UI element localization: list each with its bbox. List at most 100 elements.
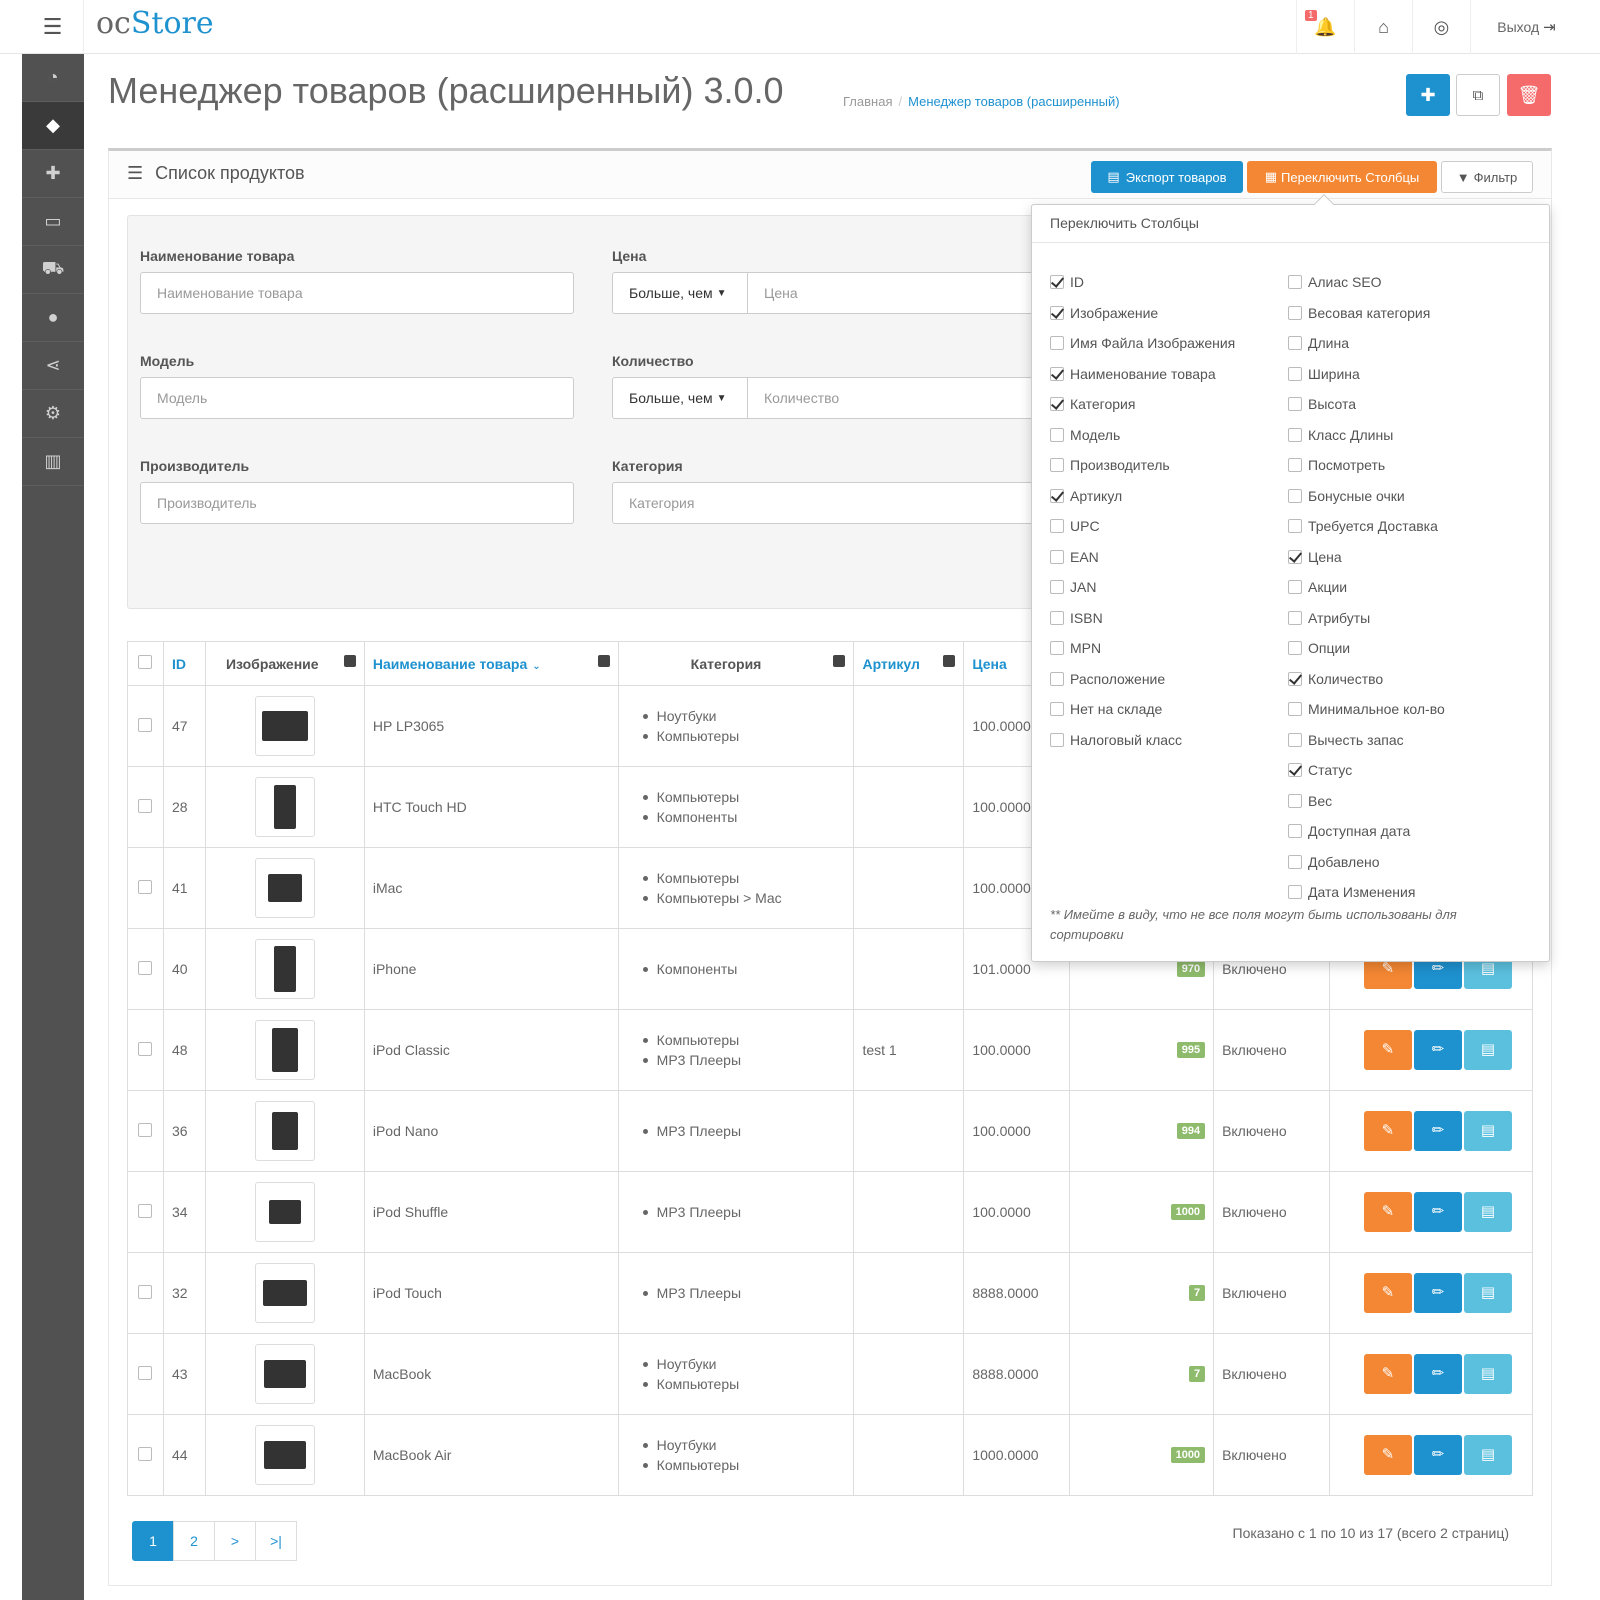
sidebar-item-sales[interactable]: ⛟: [22, 246, 84, 294]
menu-toggle-button[interactable]: ☰: [22, 0, 84, 54]
column-option[interactable]: Количество: [1288, 664, 1445, 695]
column-option[interactable]: Артикул: [1050, 481, 1235, 512]
column-checkbox[interactable]: [1050, 610, 1064, 625]
page-link[interactable]: >|: [255, 1521, 297, 1561]
column-checkbox[interactable]: [1050, 458, 1064, 473]
column-checkbox[interactable]: [1288, 854, 1302, 869]
column-checkbox[interactable]: [1288, 732, 1302, 747]
column-checkbox[interactable]: [1288, 793, 1302, 808]
column-checkbox[interactable]: [1050, 641, 1064, 656]
quick-edit-button[interactable]: ✎: [1363, 1192, 1412, 1232]
column-checkbox[interactable]: [1288, 580, 1302, 595]
column-option[interactable]: Налоговый класс: [1050, 725, 1235, 756]
product-thumbnail[interactable]: [254, 696, 315, 756]
model-input[interactable]: Модель: [140, 377, 574, 419]
row-checkbox[interactable]: [138, 1365, 153, 1380]
column-checkbox[interactable]: [1288, 488, 1302, 503]
name-input[interactable]: Наименование товара: [140, 272, 574, 314]
sidebar-item-dashboard[interactable]: ◔: [22, 54, 84, 102]
logout-button[interactable]: Выход ⇥: [1470, 0, 1582, 54]
column-checkbox[interactable]: [1288, 519, 1302, 534]
details-button[interactable]: ▤: [1463, 1030, 1512, 1070]
column-checkbox[interactable]: [1050, 427, 1064, 442]
edit-button[interactable]: ✏: [1413, 1354, 1462, 1394]
column-option[interactable]: EAN: [1050, 542, 1235, 573]
edit-button[interactable]: ✏: [1413, 1111, 1462, 1151]
edit-button[interactable]: ✏: [1413, 1435, 1462, 1475]
row-checkbox[interactable]: [138, 1203, 153, 1218]
quick-edit-button[interactable]: ✎: [1363, 1354, 1412, 1394]
column-checkbox[interactable]: [1288, 885, 1302, 900]
quantity-operator-select[interactable]: Больше, чем ▼: [612, 377, 748, 419]
quick-edit-button[interactable]: ✎: [1363, 1273, 1412, 1313]
column-option[interactable]: Акции: [1288, 572, 1445, 603]
column-option[interactable]: Длина: [1288, 328, 1445, 359]
column-checkbox[interactable]: [1050, 732, 1064, 747]
column-checkbox[interactable]: [1050, 519, 1064, 534]
column-option[interactable]: Требуется Доставка: [1288, 511, 1445, 542]
quick-edit-button[interactable]: ✎: [1363, 1435, 1412, 1475]
column-option[interactable]: Наименование товара: [1050, 359, 1235, 390]
column-option[interactable]: UPC: [1050, 511, 1235, 542]
column-checkbox[interactable]: [1050, 336, 1064, 351]
column-checkbox[interactable]: [1050, 488, 1064, 503]
column-checkbox[interactable]: [1288, 275, 1302, 290]
product-thumbnail[interactable]: [254, 1263, 315, 1323]
details-button[interactable]: ▤: [1463, 1354, 1512, 1394]
column-option[interactable]: Производитель: [1050, 450, 1235, 481]
column-option[interactable]: Имя Файла Изображения: [1050, 328, 1235, 359]
manufacturer-input[interactable]: Производитель: [140, 482, 574, 524]
column-option[interactable]: Весовая категория: [1288, 298, 1445, 329]
product-thumbnail[interactable]: [254, 1182, 315, 1242]
home-button[interactable]: ⌂: [1354, 0, 1412, 54]
quick-edit-button[interactable]: ✎: [1363, 1111, 1412, 1151]
row-checkbox[interactable]: [138, 717, 153, 732]
row-checkbox[interactable]: [138, 1041, 153, 1056]
select-all-checkbox[interactable]: [138, 655, 153, 669]
product-thumbnail[interactable]: [254, 1101, 315, 1161]
sidebar-item-reports[interactable]: ▥: [22, 438, 84, 486]
toggle-columns-button[interactable]: ▦ Переключить Столбцы: [1247, 161, 1437, 193]
delete-button[interactable]: 🗑: [1507, 74, 1551, 116]
column-checkbox[interactable]: [1288, 824, 1302, 839]
column-checkbox[interactable]: [1050, 275, 1064, 290]
column-option[interactable]: Нет на складе: [1050, 694, 1235, 725]
column-option[interactable]: ID: [1050, 267, 1235, 298]
quantity-input[interactable]: Количество: [747, 377, 1047, 419]
column-option[interactable]: Вес: [1288, 786, 1445, 817]
column-option[interactable]: Категория: [1050, 389, 1235, 420]
column-option[interactable]: MPN: [1050, 633, 1235, 664]
column-option[interactable]: Дата Изменения: [1288, 877, 1445, 908]
column-option[interactable]: Класс Длины: [1288, 420, 1445, 451]
column-checkbox[interactable]: [1288, 549, 1302, 564]
product-thumbnail[interactable]: [254, 858, 315, 918]
column-option[interactable]: Опции: [1288, 633, 1445, 664]
filter-button[interactable]: ▼ Фильтр: [1441, 161, 1533, 193]
product-thumbnail[interactable]: [254, 1344, 315, 1404]
sidebar-item-customers[interactable]: ●: [22, 294, 84, 342]
column-option[interactable]: Посмотреть: [1288, 450, 1445, 481]
column-option[interactable]: Цена: [1288, 542, 1445, 573]
column-checkbox[interactable]: [1288, 610, 1302, 625]
sidebar-item-marketing[interactable]: ⋖: [22, 342, 84, 390]
price-input[interactable]: Цена: [747, 272, 1047, 314]
page-link[interactable]: >: [214, 1521, 256, 1561]
product-thumbnail[interactable]: [254, 777, 315, 837]
column-option[interactable]: JAN: [1050, 572, 1235, 603]
page-link[interactable]: 2: [173, 1521, 215, 1561]
column-option[interactable]: Изображение: [1050, 298, 1235, 329]
column-header-id[interactable]: ID: [162, 641, 206, 686]
page-link[interactable]: 1: [132, 1521, 174, 1561]
column-checkbox[interactable]: [1288, 366, 1302, 381]
quick-edit-button[interactable]: ✎: [1363, 1030, 1412, 1070]
help-button[interactable]: ◎: [1412, 0, 1470, 54]
product-thumbnail[interactable]: [254, 1425, 315, 1485]
sidebar-item-catalog[interactable]: ◆: [22, 102, 84, 150]
column-option[interactable]: Высота: [1288, 389, 1445, 420]
copy-button[interactable]: ⧉: [1456, 74, 1500, 116]
details-button[interactable]: ▤: [1463, 1111, 1512, 1151]
product-thumbnail[interactable]: [254, 1020, 315, 1080]
add-button[interactable]: ✚: [1406, 74, 1450, 116]
notifications-button[interactable]: 1 🔔: [1296, 0, 1354, 54]
column-option[interactable]: Доступная дата: [1288, 816, 1445, 847]
